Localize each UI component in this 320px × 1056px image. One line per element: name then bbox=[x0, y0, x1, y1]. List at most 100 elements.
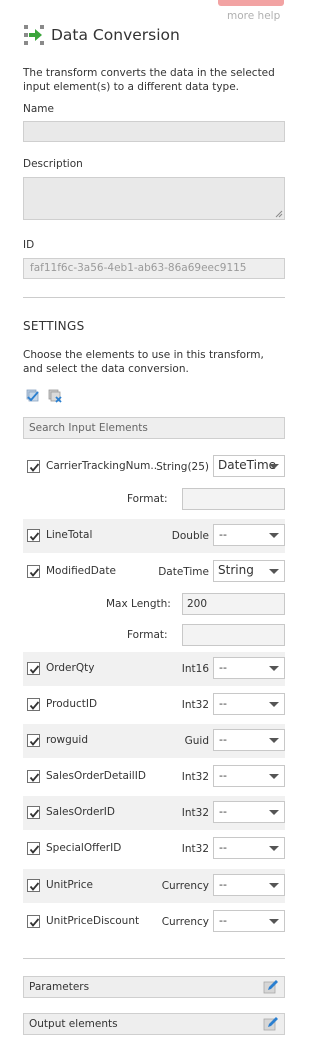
dropdown-arrow-icon bbox=[269, 569, 279, 574]
conversion-select[interactable]: DateTime bbox=[213, 455, 285, 477]
row-element-name: UnitPrice bbox=[46, 879, 93, 891]
checkmark-icon bbox=[29, 918, 40, 927]
id-label: ID bbox=[23, 239, 35, 251]
element-row: UnitPrice Currency -- bbox=[23, 869, 285, 903]
conversion-select-value: -- bbox=[219, 528, 227, 541]
conversion-select[interactable]: -- bbox=[213, 765, 285, 787]
dropdown-arrow-icon bbox=[269, 846, 279, 851]
row-element-type: String(25) bbox=[156, 461, 209, 473]
id-field: faf11f6c-3a56-4eb1-ab63-86a69eec9115 bbox=[23, 258, 285, 279]
element-row: UnitPriceDiscount Currency -- bbox=[23, 905, 285, 939]
row-checkbox[interactable] bbox=[27, 529, 40, 542]
row-checkbox[interactable] bbox=[27, 734, 40, 747]
more-help-link[interactable]: more help bbox=[227, 10, 280, 22]
conversion-select[interactable]: -- bbox=[213, 729, 285, 751]
search-input-elements[interactable]: Search Input Elements bbox=[23, 417, 285, 439]
element-row: OrderQty Int16 -- bbox=[23, 652, 285, 686]
checkmark-icon bbox=[29, 568, 40, 577]
checkmark-icon bbox=[29, 737, 40, 746]
conversion-select[interactable]: -- bbox=[213, 837, 285, 859]
format-label: Format: bbox=[127, 493, 168, 505]
settings-title: SETTINGS bbox=[23, 319, 85, 333]
row-checkbox[interactable] bbox=[27, 460, 40, 473]
output-elements-section[interactable]: Output elements bbox=[23, 1013, 285, 1035]
conversion-select[interactable]: -- bbox=[213, 657, 285, 679]
row-element-name: SpecialOfferID bbox=[46, 842, 122, 854]
row-checkbox[interactable] bbox=[27, 915, 40, 928]
conversion-select[interactable]: -- bbox=[213, 874, 285, 896]
conversion-select-value: -- bbox=[219, 841, 227, 854]
row-element-type: Double bbox=[171, 530, 209, 542]
dropdown-arrow-icon bbox=[269, 464, 279, 469]
conversion-select-value: -- bbox=[219, 769, 227, 782]
checkmark-icon bbox=[29, 882, 40, 891]
resize-handle-icon[interactable] bbox=[275, 210, 283, 218]
dropdown-arrow-icon bbox=[269, 533, 279, 538]
checkmark-icon bbox=[29, 773, 40, 782]
row-checkbox[interactable] bbox=[27, 879, 40, 892]
output-elements-label: Output elements bbox=[29, 1018, 118, 1030]
clear-selection-icon[interactable] bbox=[47, 388, 63, 404]
settings-description: Choose the elements to use in this trans… bbox=[23, 349, 264, 375]
conversion-select[interactable]: -- bbox=[213, 693, 285, 715]
conversion-select-value: -- bbox=[219, 661, 227, 674]
row-checkbox[interactable] bbox=[27, 770, 40, 783]
conversion-select-value: -- bbox=[219, 878, 227, 891]
row-element-name: CarrierTrackingNum... bbox=[46, 460, 156, 472]
row-element-name: OrderQty bbox=[46, 662, 95, 674]
conversion-select[interactable]: String bbox=[213, 560, 285, 582]
parameters-label: Parameters bbox=[29, 981, 90, 993]
format-field[interactable] bbox=[182, 488, 285, 510]
panel-title: Data Conversion bbox=[51, 26, 180, 44]
name-field[interactable] bbox=[23, 121, 285, 142]
dropdown-arrow-icon bbox=[269, 919, 279, 924]
row-element-type: Currency bbox=[161, 880, 209, 892]
element-row: SalesOrderID Int32 -- bbox=[23, 796, 285, 830]
row-element-type: Int32 bbox=[181, 807, 209, 819]
element-row: ModifiedDate DateTime String bbox=[23, 555, 285, 589]
transform-description: The transform converts the data in the s… bbox=[23, 67, 275, 93]
element-row: SalesOrderDetailID Int32 -- bbox=[23, 760, 285, 794]
edit-icon[interactable] bbox=[263, 979, 279, 995]
row-checkbox[interactable] bbox=[27, 842, 40, 855]
select-all-icon[interactable] bbox=[25, 388, 41, 404]
row-element-type: Guid bbox=[184, 735, 209, 747]
divider bbox=[23, 958, 285, 959]
row-element-name: SalesOrderDetailID bbox=[46, 770, 146, 782]
element-row: rowguid Guid -- bbox=[23, 724, 285, 758]
parameters-section[interactable]: Parameters bbox=[23, 976, 285, 998]
edit-icon[interactable] bbox=[263, 1016, 279, 1032]
row-checkbox[interactable] bbox=[27, 565, 40, 578]
conversion-select[interactable]: -- bbox=[213, 801, 285, 823]
conversion-select[interactable]: -- bbox=[213, 910, 285, 932]
row-element-type: Currency bbox=[161, 916, 209, 928]
dropdown-arrow-icon bbox=[269, 702, 279, 707]
description-field[interactable] bbox=[23, 177, 285, 220]
row-checkbox[interactable] bbox=[27, 806, 40, 819]
max-length-field[interactable]: 200 bbox=[182, 593, 285, 615]
row-checkbox[interactable] bbox=[27, 698, 40, 711]
dropdown-arrow-icon bbox=[269, 738, 279, 743]
dropdown-arrow-icon bbox=[269, 774, 279, 779]
row-element-name: ModifiedDate bbox=[46, 565, 116, 577]
format-field[interactable] bbox=[182, 624, 285, 646]
help-tab[interactable] bbox=[218, 0, 284, 6]
conversion-select[interactable]: -- bbox=[213, 524, 285, 546]
element-row: CarrierTrackingNum... String(25) DateTim… bbox=[23, 450, 285, 484]
data-conversion-icon bbox=[24, 25, 44, 45]
description-label: Description bbox=[23, 158, 83, 170]
row-element-type: Int16 bbox=[181, 663, 209, 675]
checkmark-icon bbox=[29, 532, 40, 541]
conversion-select-value: String bbox=[218, 563, 254, 577]
row-checkbox[interactable] bbox=[27, 662, 40, 675]
row-element-name: UnitPriceDiscount bbox=[46, 915, 140, 927]
checkmark-icon bbox=[29, 701, 40, 710]
conversion-select-value: -- bbox=[219, 914, 227, 927]
panel-header: Data Conversion bbox=[23, 24, 180, 46]
dropdown-arrow-icon bbox=[269, 666, 279, 671]
row-element-name: rowguid bbox=[46, 734, 88, 746]
format-label: Format: bbox=[127, 629, 168, 641]
row-element-type: Int32 bbox=[181, 699, 209, 711]
dropdown-arrow-icon bbox=[269, 883, 279, 888]
row-element-type: Int32 bbox=[181, 771, 209, 783]
